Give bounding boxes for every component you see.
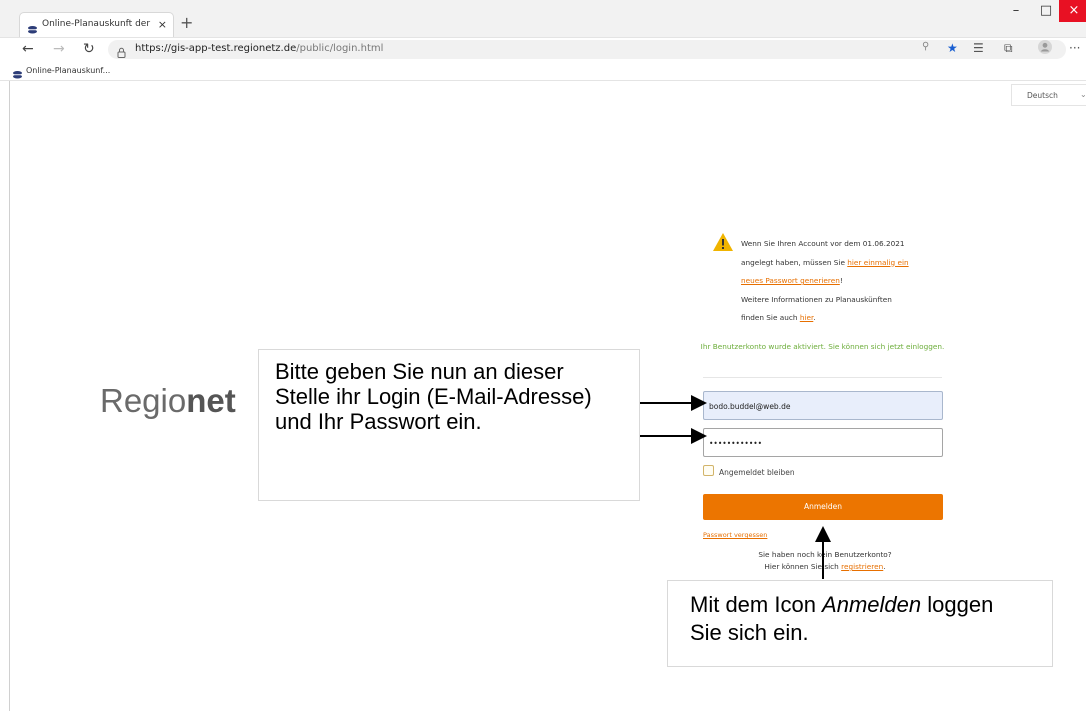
- callout-text: Mit dem Icon: [690, 592, 823, 617]
- callout-emphasis: Anmelden: [822, 592, 922, 617]
- instruction-callout-login: Bitte geben Sie nun an dieser Stelle ihr…: [258, 349, 640, 501]
- instruction-callout-button: Mit dem Icon Anmelden loggen Sie sich ei…: [667, 580, 1053, 667]
